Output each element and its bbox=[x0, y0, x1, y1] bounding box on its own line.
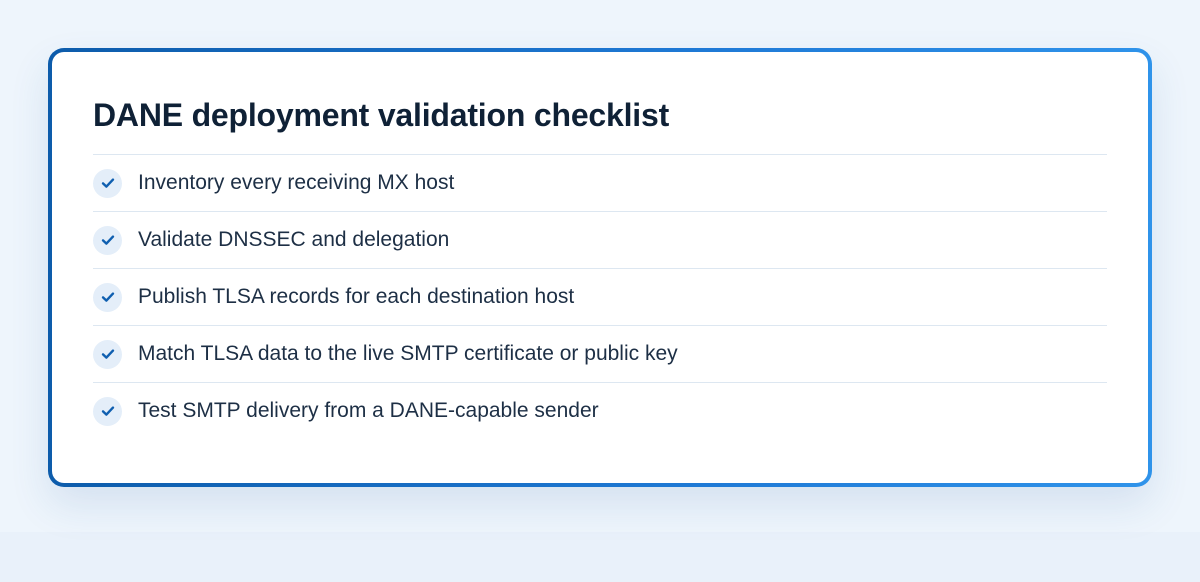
checklist-item-label: Publish TLSA records for each destinatio… bbox=[138, 285, 575, 308]
checklist-item-label: Match TLSA data to the live SMTP certifi… bbox=[138, 342, 678, 365]
page-background-band bbox=[0, 532, 1200, 582]
checklist-item: Test SMTP delivery from a DANE-capable s… bbox=[93, 383, 1107, 439]
checkmark-icon bbox=[93, 396, 122, 426]
checklist: Inventory every receiving MX host Valida… bbox=[93, 154, 1107, 439]
checklist-item-label: Inventory every receiving MX host bbox=[138, 171, 455, 194]
checklist-item-label: Test SMTP delivery from a DANE-capable s… bbox=[138, 399, 599, 422]
checklist-item: Validate DNSSEC and delegation bbox=[93, 212, 1107, 269]
checklist-item: Publish TLSA records for each destinatio… bbox=[93, 269, 1107, 326]
checkmark-icon bbox=[93, 168, 122, 198]
checklist-card-frame: DANE deployment validation checklist Inv… bbox=[48, 48, 1152, 487]
checklist-item: Match TLSA data to the live SMTP certifi… bbox=[93, 326, 1107, 383]
checkmark-icon bbox=[93, 282, 122, 312]
card-title: DANE deployment validation checklist bbox=[93, 97, 670, 133]
checkmark-icon bbox=[93, 339, 122, 369]
checklist-card: DANE deployment validation checklist Inv… bbox=[52, 52, 1148, 483]
checklist-item-label: Validate DNSSEC and delegation bbox=[138, 228, 450, 251]
checklist-item: Inventory every receiving MX host bbox=[93, 155, 1107, 212]
checkmark-icon bbox=[93, 225, 122, 255]
